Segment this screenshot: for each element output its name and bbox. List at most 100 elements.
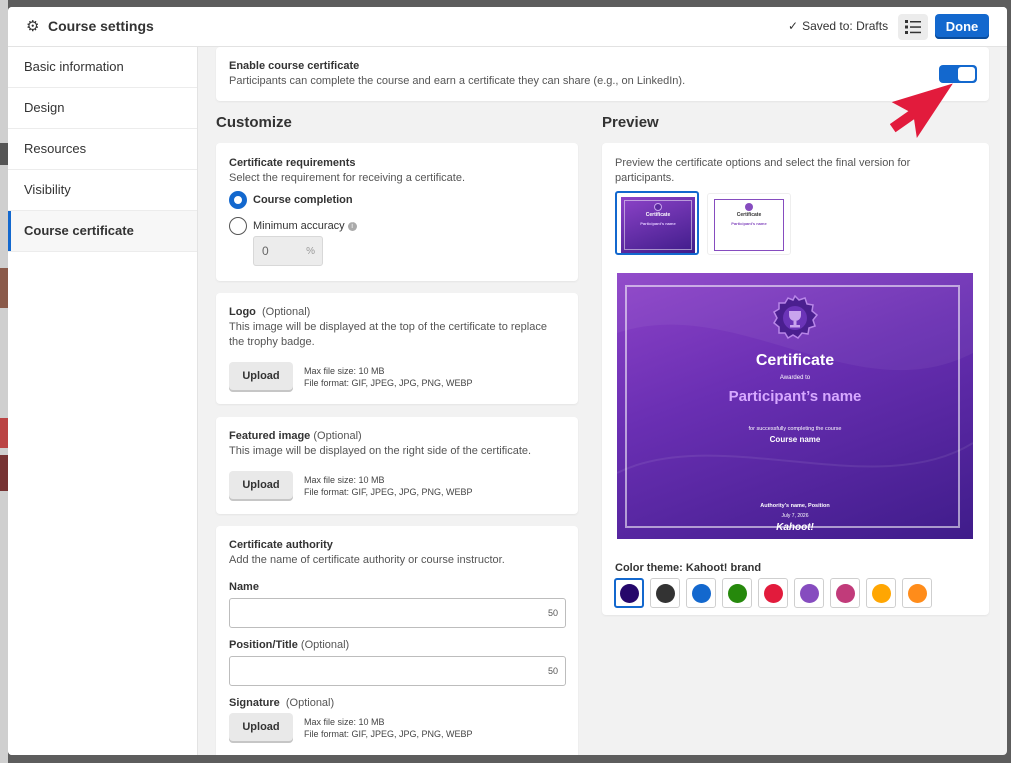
featured-formats: File format: GIF, JPEG, JPG, PNG, WEBP [304, 487, 473, 497]
color-swatch-dot [655, 583, 675, 603]
certificate-date: July 7, 2026 [781, 513, 809, 519]
minimum-accuracy-text: Minimum accuracy [253, 220, 345, 232]
saved-status-text: Saved to: Drafts [802, 19, 889, 33]
featured-image-description: This image will be displayed on the righ… [229, 445, 532, 457]
thumb2-title: Certificate [736, 212, 762, 218]
position-optional: (Optional) [300, 639, 350, 651]
signature-formats: File format: GIF, JPEG, JPG, PNG, WEBP [304, 729, 473, 739]
certificate-authority-card: Certificate authority Add the name of ce… [216, 526, 578, 755]
thumbnail-purple-preview: Certificate Participant's name [621, 197, 695, 253]
authority-name-input[interactable]: 50 [229, 598, 566, 628]
logo-description: This image will be displayed at the top … [229, 321, 547, 348]
color-swatch[interactable] [686, 578, 716, 608]
requirements-description: Select the requirement for receiving a c… [229, 172, 466, 184]
pointer-arrow-icon [890, 83, 953, 139]
color-swatch-dot [727, 583, 747, 603]
kahoot-logo: Kahoot! [776, 522, 814, 533]
featured-max-size: Max file size: 10 MB [304, 475, 385, 485]
thumb2-name: Participant's name [731, 221, 767, 226]
logo-file-info: Max file size: 10 MB File format: GIF, J… [304, 365, 473, 389]
color-theme-label: Color theme: Kahoot! brand [615, 562, 762, 574]
preview-title: Preview [602, 114, 659, 131]
certificate-awarded-to: Awarded to [779, 375, 811, 381]
position-label: Position/Title (Optional) [229, 639, 349, 651]
course-completion-radio[interactable] [229, 191, 247, 209]
outline-view-button[interactable] [898, 14, 928, 40]
sidebar-item-course-certificate[interactable]: Course certificate [8, 211, 197, 252]
position-label-text: Position/Title [229, 639, 298, 651]
background-page [0, 0, 8, 763]
template-thumbnail-light[interactable]: Certificate Participant's name [707, 193, 791, 255]
signature-optional: (Optional) [285, 697, 335, 709]
sidebar-item-visibility[interactable]: Visibility [8, 170, 197, 211]
logo-upload-button[interactable]: Upload [229, 362, 293, 392]
list-icon [905, 20, 921, 34]
logo-title: Logo (Optional) [229, 306, 310, 318]
position-char-counter: 50 [547, 666, 558, 676]
sidebar-item-resources[interactable]: Resources [8, 129, 197, 170]
minimum-accuracy-radio[interactable] [229, 217, 247, 235]
color-swatch[interactable] [902, 578, 932, 608]
template-thumbnail-purple[interactable]: Certificate Participant's name [615, 191, 699, 255]
done-button[interactable]: Done [935, 14, 989, 39]
color-swatch[interactable] [614, 578, 644, 608]
check-icon: ✓ [788, 19, 799, 33]
signature-file-info: Max file size: 10 MB File format: GIF, J… [304, 716, 473, 740]
certificate-participant-name: Participant’s name [728, 388, 862, 405]
featured-title-text: Featured image [229, 430, 311, 442]
color-swatch-dot [835, 583, 855, 603]
sidebar-item-design[interactable]: Design [8, 88, 197, 129]
name-char-counter: 50 [547, 608, 558, 618]
color-swatch[interactable] [794, 578, 824, 608]
certificate-preview: Certificate Awarded to Participant’s nam… [617, 273, 973, 539]
signature-label-text: Signature [229, 697, 280, 709]
color-swatch-dot [763, 583, 783, 603]
color-swatch-dot [799, 583, 819, 603]
sidebar-item-basic-information[interactable]: Basic information [8, 47, 197, 88]
certificate-for-text: for successfully completing the course [748, 426, 842, 432]
accuracy-value: 0 [262, 244, 269, 258]
gear-icon: ⚙ [26, 18, 40, 35]
settings-sidebar: Basic information Design Resources Visib… [8, 47, 198, 755]
logo-optional: (Optional) [262, 306, 311, 318]
toggle-knob [958, 67, 975, 81]
modal-header: ⚙ Course settings ✓ Saved to: Drafts Done [8, 7, 1007, 47]
authority-description: Add the name of certificate authority or… [229, 554, 505, 566]
course-completion-label[interactable]: Course completion [253, 194, 353, 206]
requirements-title: Certificate requirements [229, 157, 356, 169]
featured-upload-button[interactable]: Upload [229, 471, 293, 501]
color-swatch[interactable] [650, 578, 680, 608]
certificate-course-name: Course name [769, 435, 821, 444]
color-swatch[interactable] [758, 578, 788, 608]
thumb1-name: Participant's name [640, 221, 676, 226]
certificate-title: Certificate [755, 352, 835, 369]
logo-title-text: Logo [229, 306, 256, 318]
authority-position-input[interactable]: 50 [229, 656, 566, 686]
logo-formats: File format: GIF, JPEG, JPG, PNG, WEBP [304, 378, 473, 388]
customize-title: Customize [216, 114, 292, 131]
featured-image-title: Featured image (Optional) [229, 430, 362, 442]
minimum-accuracy-label[interactable]: Minimum accuracy i [253, 220, 357, 232]
thumb1-title: Certificate [645, 212, 671, 218]
enable-certificate-title: Enable course certificate [229, 60, 360, 72]
info-icon[interactable]: i [347, 222, 357, 231]
name-label: Name [229, 581, 259, 593]
course-settings-modal: ⚙ Course settings ✓ Saved to: Drafts Done… [8, 7, 1007, 755]
featured-optional: (Optional) [313, 430, 362, 442]
signature-max-size: Max file size: 10 MB [304, 717, 385, 727]
color-swatch[interactable] [722, 578, 752, 608]
requirements-card: Certificate requirements Select the requ… [216, 143, 578, 281]
logo-max-size: Max file size: 10 MB [304, 366, 385, 376]
accuracy-unit: % [306, 246, 315, 257]
signature-upload-button[interactable]: Upload [229, 713, 293, 743]
authority-title: Certificate authority [229, 539, 333, 551]
color-swatch-dot [691, 583, 711, 603]
featured-file-info: Max file size: 10 MB File format: GIF, J… [304, 474, 473, 498]
enable-certificate-description: Participants can complete the course and… [229, 75, 686, 87]
logo-card: Logo (Optional) This image will be displ… [216, 293, 578, 404]
modal-title: Course settings [48, 18, 154, 34]
thumbnail-light-preview: Certificate Participant's name [712, 197, 786, 253]
color-swatch[interactable] [830, 578, 860, 608]
color-swatch[interactable] [866, 578, 896, 608]
trophy-badge-icon [773, 295, 818, 340]
